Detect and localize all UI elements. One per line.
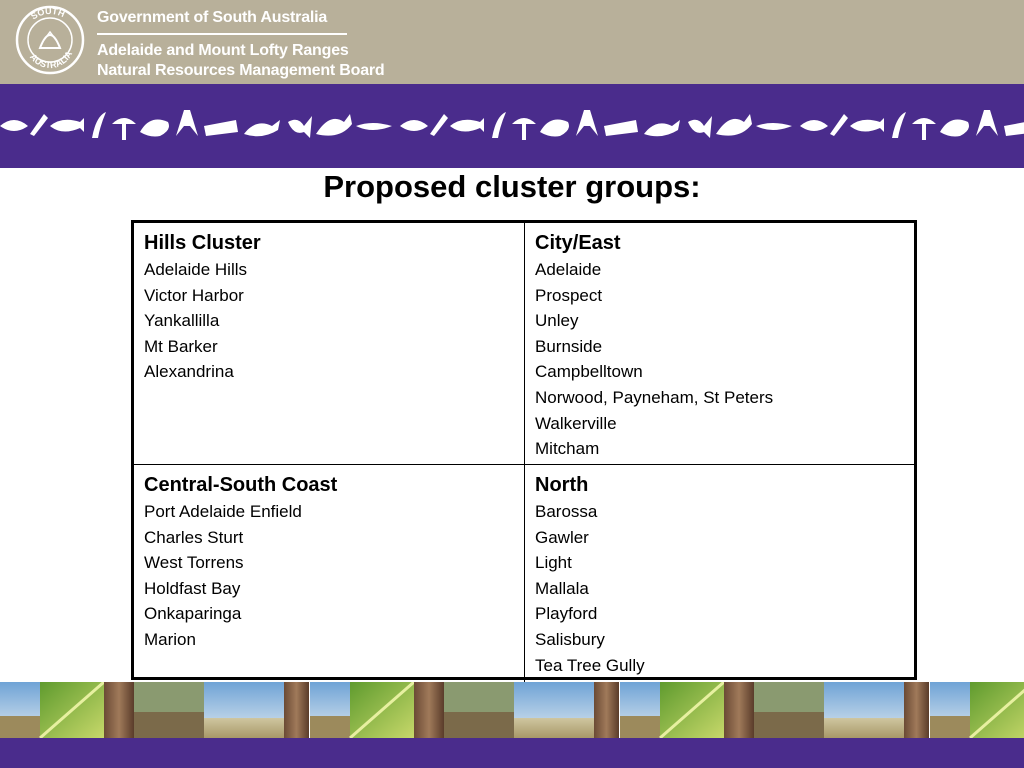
cluster-table: Hills Cluster Adelaide Hills Victor Harbo… — [131, 220, 917, 687]
council-list: Adelaide Hills Victor Harbor Yankallilla Mt… — [144, 257, 514, 385]
landscape-photo-strip — [0, 682, 1024, 738]
council-item: Victor Harbor — [144, 285, 244, 305]
council-item: Campbelltown — [535, 362, 643, 382]
council-item: Adelaide — [535, 260, 602, 279]
cluster-cell-city-east: City/East Adelaide Prospect Unley Burnside C… — [525, 223, 914, 465]
council-item: Tea Tree Gully — [535, 655, 645, 675]
council-item: Unley — [535, 311, 579, 331]
cluster-heading: North — [535, 474, 589, 496]
council-item: Onkaparinga — [144, 604, 242, 624]
header-divider — [97, 33, 347, 35]
council-item: Walkerville — [535, 413, 617, 433]
council-item: Adelaide Hills — [144, 260, 247, 279]
government-label: Government of South Australia — [97, 9, 328, 26]
council-list: Port Adelaide Enfield Charles Sturt West T… — [144, 499, 514, 653]
council-list: Adelaide Prospect Unley Burnside Campbelltow… — [535, 257, 904, 462]
svg-text:SOUTH: SOUTH — [29, 6, 66, 22]
council-item: Charles Sturt — [144, 527, 244, 547]
council-item: Holdfast Bay — [144, 578, 241, 598]
council-item: Prospect — [535, 285, 603, 305]
cluster-cell-north: North Barossa Gawler Light Mallala Playford S… — [525, 465, 914, 686]
council-item: Mitcham — [535, 439, 600, 459]
council-item: Barossa — [535, 502, 598, 521]
council-item: Light — [535, 553, 572, 573]
council-item: Burnside — [535, 336, 603, 356]
council-item: Gawler — [535, 527, 589, 547]
council-item: Yankallilla — [144, 311, 220, 331]
council-item: Port Adelaide Enfield — [144, 502, 302, 521]
cluster-cell-hills: Hills Cluster Adelaide Hills Victor Harbo… — [134, 223, 525, 465]
cluster-heading: City/East — [535, 232, 621, 254]
south-australia-seal-icon: SOUTH AUSTRALIA — [15, 5, 85, 75]
council-list: Barossa Gawler Light Mallala Playford Salisbu… — [535, 499, 904, 678]
council-item: Mallala — [535, 578, 589, 598]
council-item: Playford — [535, 604, 598, 624]
council-item: Salisbury — [535, 629, 605, 649]
header-band: SOUTH AUSTRALIA Government of South Aust… — [0, 0, 1024, 84]
council-item: Norwood, Payneham, St Peters — [535, 387, 774, 407]
cluster-cell-central-south: Central-South Coast Port Adelaide Enfiel… — [134, 465, 525, 687]
native-fauna-motif-icon — [0, 110, 1024, 140]
council-item: Marion — [144, 629, 196, 649]
board-name-line1: Adelaide and Mount Lofty Ranges — [97, 42, 349, 59]
slide-title: Proposed cluster groups: — [323, 169, 701, 204]
footer-band — [0, 738, 1024, 768]
cluster-heading: Hills Cluster — [144, 232, 261, 254]
board-name-line2: Natural Resources Management Board — [97, 62, 385, 79]
cluster-heading: Central-South Coast — [144, 474, 338, 496]
council-item: Alexandrina — [144, 362, 234, 382]
council-item: West Torrens — [144, 553, 244, 573]
council-item: Mt Barker — [144, 336, 218, 356]
organisation-block: Government of South Australia Adelaide a… — [97, 8, 385, 81]
